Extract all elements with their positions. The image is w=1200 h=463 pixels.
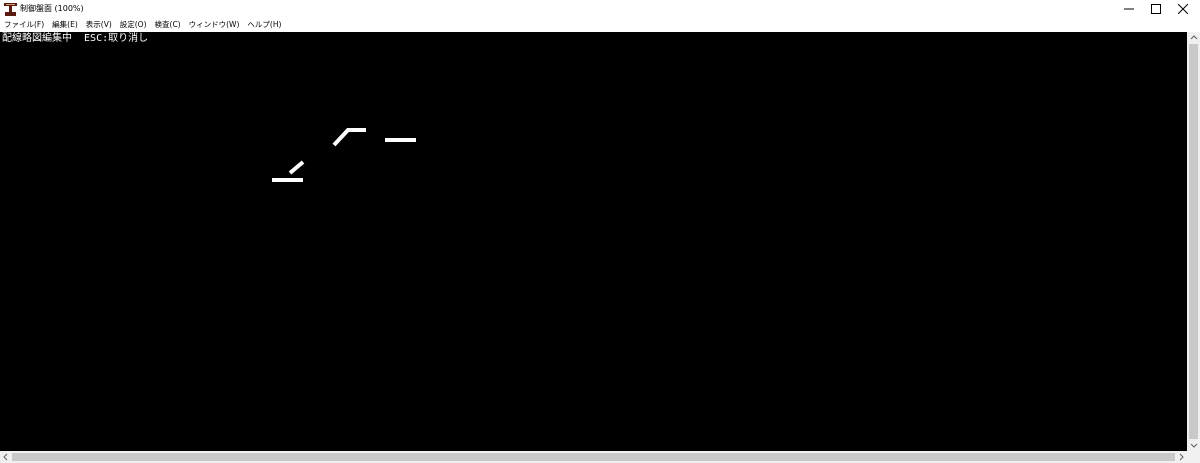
menu-file[interactable]: ファイル(F) [0,18,48,32]
scroll-right-icon[interactable] [1176,452,1186,462]
window-title: 制御盤面 (100%) [20,4,84,13]
maximize-button[interactable] [1145,0,1167,18]
drawing-canvas[interactable]: 配線略図編集中 ESC:取り消し [0,32,1187,451]
vertical-scrollbar[interactable] [1187,32,1200,451]
close-icon [1178,4,1188,14]
minimize-button[interactable] [1118,0,1140,18]
horizontal-scroll-thumb[interactable] [12,453,1175,461]
maximize-icon [1151,4,1161,14]
menu-window[interactable]: ウィンドウ(W) [185,18,244,32]
scroll-up-icon[interactable] [1189,33,1199,43]
menu-bar: ファイル(F) 編集(E) 表示(V) 設定(O) 検査(C) ウィンドウ(W)… [0,18,1200,32]
menu-inspect[interactable]: 検査(C) [151,18,185,32]
close-button[interactable] [1172,0,1194,18]
menu-settings[interactable]: 設定(O) [116,18,151,32]
scroll-down-icon[interactable] [1189,440,1199,450]
vertical-scroll-thumb[interactable] [1189,44,1198,439]
menu-view[interactable]: 表示(V) [82,18,116,32]
menu-edit[interactable]: 編集(E) [48,18,82,32]
wire-segment-diagonal-lower[interactable] [288,160,305,175]
horizontal-scrollbar[interactable] [0,451,1187,463]
menu-help[interactable]: ヘルプ(H) [243,18,285,32]
scroll-left-icon[interactable] [1,452,11,462]
title-bar: 制御盤面 (100%) [0,0,1200,18]
minimize-icon [1124,8,1134,10]
wire-segment-diagonal-upper[interactable] [332,128,366,147]
scrollbar-corner [1187,451,1200,463]
wiring-drawing[interactable] [0,32,1187,451]
app-icon [4,3,17,16]
